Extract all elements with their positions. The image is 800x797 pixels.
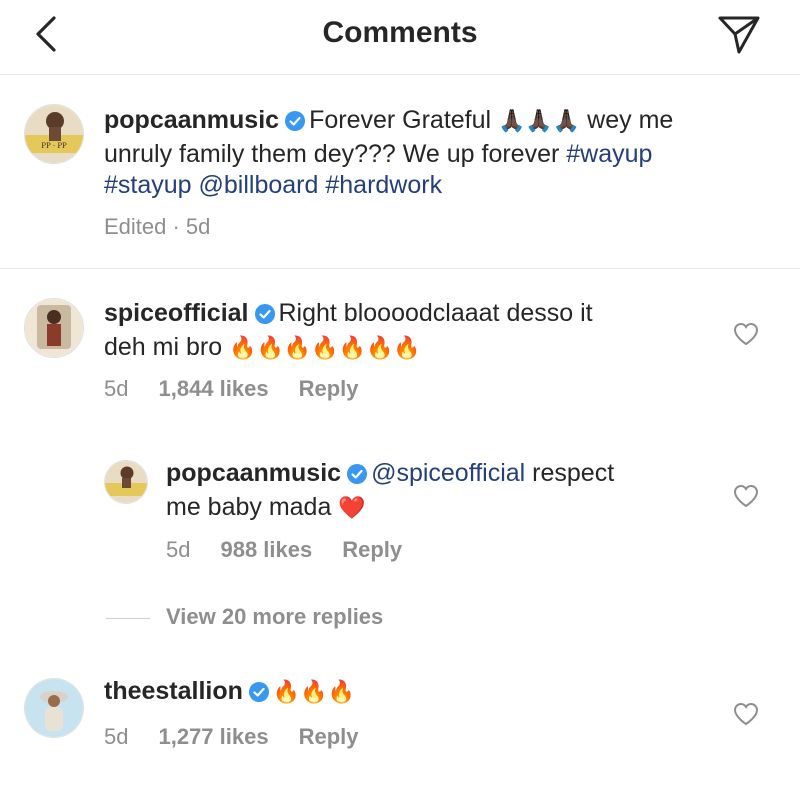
direct-send-icon[interactable] (714, 12, 762, 58)
comment-meta-spiceofficial: 5d 1,844 likes Reply (104, 376, 389, 402)
caption-text-line2: unruly family them dey??? We up forever (104, 140, 560, 168)
verified-badge-icon (254, 301, 275, 332)
view-more-label: View 20 more replies (166, 604, 384, 629)
comment-meta-reply: 5d 988 likes Reply (166, 537, 432, 563)
comment-text-line1: respect (532, 459, 615, 487)
header-bar: Comments (0, 0, 800, 75)
view-more-replies-button[interactable]: View 20 more replies (106, 604, 383, 630)
like-heart-icon[interactable] (733, 702, 759, 726)
caption-avatar[interactable]: PP · PP (24, 104, 84, 164)
comment-time: 5d (104, 376, 129, 401)
svg-text:PP · PP: PP · PP (41, 142, 67, 150)
caption-text-start: Forever Grateful (309, 106, 492, 134)
mention-spiceofficial[interactable]: @spiceofficial (371, 459, 525, 487)
hashtag-stayup[interactable]: #stayup (104, 171, 192, 199)
thread-line (106, 617, 150, 619)
comment-username[interactable]: popcaanmusic (166, 459, 341, 487)
red-heart-emoji: ❤️ (338, 495, 366, 520)
reply-button[interactable]: Reply (342, 537, 402, 562)
likes-count[interactable]: 1,277 likes (158, 724, 268, 749)
reply-button[interactable]: Reply (299, 724, 359, 749)
page-title: Comments (322, 16, 478, 49)
reply-avatar-popcaanmusic[interactable] (104, 460, 148, 504)
like-heart-icon[interactable] (733, 484, 759, 508)
comment-time: 5d (166, 537, 191, 562)
comment-spiceofficial: spiceofficial Right bloooodclaaat desso i… (104, 298, 664, 363)
comment-text-line2: me baby mada (166, 493, 332, 521)
reply-popcaanmusic: popcaanmusic @spiceofficial respect me ba… (166, 458, 726, 523)
mention-billboard[interactable]: @billboard (199, 171, 319, 199)
pray-emoji: 🙏🏿🙏🏿🙏🏿 (498, 108, 581, 133)
comment-username[interactable]: spiceofficial (104, 299, 249, 327)
comment-text-line1: Right bloooodclaaat desso it (278, 299, 593, 327)
comment-avatar-spiceofficial[interactable] (24, 298, 84, 358)
likes-count[interactable]: 988 likes (220, 537, 312, 562)
caption-meta: Edited · 5d (104, 214, 211, 239)
verified-badge-icon (248, 679, 269, 710)
likes-count[interactable]: 1,844 likes (158, 376, 268, 401)
comment-meta-theestallion: 5d 1,277 likes Reply (104, 724, 389, 750)
divider (0, 268, 800, 269)
caption-text: popcaanmusic Forever Grateful 🙏🏿🙏🏿🙏🏿 wey … (104, 105, 764, 201)
caption-username[interactable]: popcaanmusic (104, 106, 279, 134)
reply-button[interactable]: Reply (299, 376, 359, 401)
fire-emoji: 🔥🔥🔥🔥🔥🔥🔥 (229, 335, 421, 360)
hashtag-wayup[interactable]: #wayup (566, 140, 652, 168)
verified-badge-icon (285, 108, 306, 139)
comment-username[interactable]: theestallion (104, 677, 243, 705)
comment-theestallion: theestallion 🔥🔥🔥 (104, 676, 664, 710)
comment-time: 5d (104, 724, 129, 749)
like-heart-icon[interactable] (733, 322, 759, 346)
comment-text-line2: deh mi bro (104, 333, 223, 361)
verified-badge-icon (347, 461, 368, 492)
comment-avatar-theestallion[interactable] (24, 678, 84, 738)
caption-text-line1-end: wey me (587, 106, 674, 134)
hashtag-hardwork[interactable]: #hardwork (325, 171, 442, 199)
fire-emoji: 🔥🔥🔥 (272, 679, 356, 704)
